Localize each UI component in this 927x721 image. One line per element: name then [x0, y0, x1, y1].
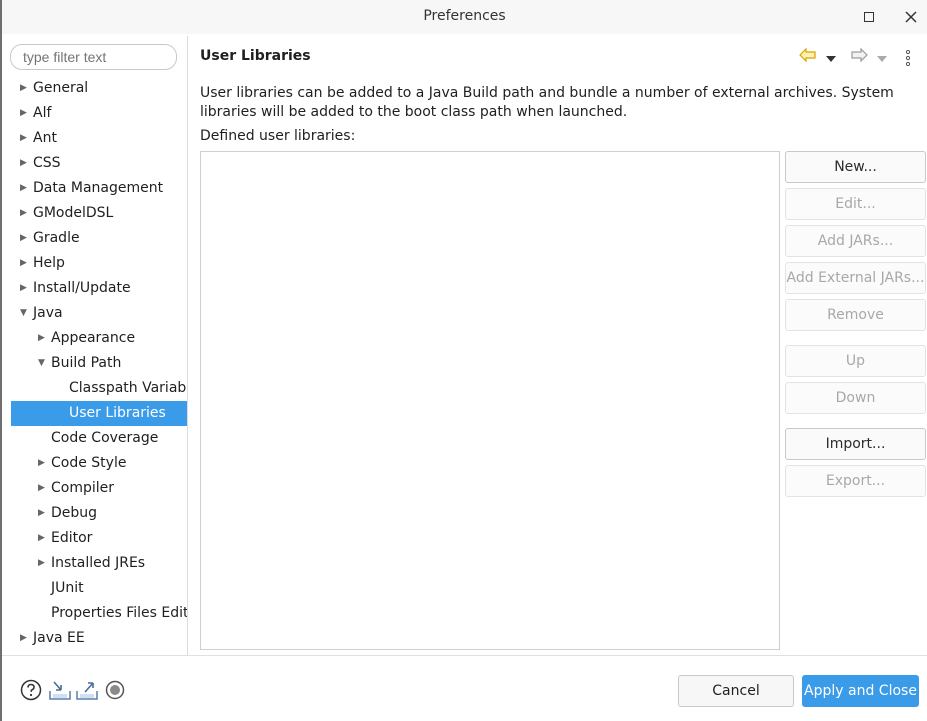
- tree-item[interactable]: User Libraries: [11, 401, 187, 426]
- user-libraries-list[interactable]: [200, 151, 780, 650]
- import-button[interactable]: Import...: [785, 428, 926, 460]
- tree-item[interactable]: ▶ GModelDSL: [2, 201, 187, 226]
- record-icon[interactable]: [104, 679, 126, 701]
- import-preferences-icon[interactable]: [48, 679, 71, 701]
- tree-item-label: Classpath Variable: [69, 380, 188, 396]
- forward-history-dropdown-icon[interactable]: [877, 51, 887, 69]
- tree-item[interactable]: Code Coverage: [2, 426, 187, 451]
- tree-collapsed-arrow-icon[interactable]: ▶: [38, 451, 48, 476]
- tree-item-label: Editor: [51, 530, 93, 546]
- tree-item[interactable]: ▶ Code Style: [2, 451, 187, 476]
- tree-item-label: Java: [33, 305, 63, 321]
- tree-item[interactable]: ▼ Java: [2, 301, 187, 326]
- tree-item-label: Properties Files Edito: [51, 605, 188, 621]
- tree-collapsed-arrow-icon[interactable]: ▶: [20, 201, 30, 226]
- tree-collapsed-arrow-icon[interactable]: ▶: [20, 626, 30, 651]
- preferences-window: Preferences ▶General▶Alf▶Ant▶CSS▶Data Ma…: [0, 0, 927, 721]
- tree-item[interactable]: ▶ Compiler: [2, 476, 187, 501]
- tree-item[interactable]: ▶ Install/Update: [2, 276, 187, 301]
- tree-item-label: Code Style: [51, 455, 127, 471]
- tree-item-label: Ant: [33, 130, 57, 146]
- tree-collapsed-arrow-icon[interactable]: ▶: [20, 76, 30, 101]
- window-title: Preferences: [423, 8, 506, 24]
- tree-item[interactable]: ▶ Gradle: [2, 226, 187, 251]
- tree-item[interactable]: ▶ Editor: [2, 526, 187, 551]
- title-bar: Preferences: [2, 0, 927, 34]
- tree-item-label: Data Management: [33, 180, 164, 196]
- tree-item[interactable]: ▶ Ant: [2, 126, 187, 151]
- view-menu-icon[interactable]: [905, 49, 911, 68]
- tree-item-label: Appearance: [51, 330, 136, 346]
- tree-item-label: Alf: [33, 105, 52, 121]
- tree-item-label: User Libraries: [69, 405, 166, 421]
- tree-collapsed-arrow-icon[interactable]: ▶: [20, 276, 30, 301]
- tree-collapsed-arrow-icon[interactable]: ▶: [20, 226, 30, 251]
- tree-item[interactable]: ▶ Help: [2, 251, 187, 276]
- tree-item-label: Java EE: [33, 630, 85, 646]
- tree-item-label: CSS: [33, 155, 61, 171]
- tree-item-label: Build Path: [51, 355, 122, 371]
- new-button[interactable]: New...: [785, 151, 926, 183]
- tree-item-label: Debug: [51, 505, 98, 521]
- tree-item[interactable]: ▶ Debug: [2, 501, 187, 526]
- tree-item[interactable]: ▶ General: [2, 76, 187, 101]
- help-icon[interactable]: [20, 679, 42, 701]
- tree-item-label: Code Coverage: [51, 430, 159, 446]
- tree-item[interactable]: ▶ Data Management: [2, 176, 187, 201]
- down-button[interactable]: Down: [785, 382, 926, 414]
- back-arrow-icon[interactable]: [799, 47, 817, 66]
- tree-item-label: Installed JREs: [51, 555, 146, 571]
- tree-collapsed-arrow-icon[interactable]: ▶: [20, 151, 30, 176]
- preference-tree-panel: ▶General▶Alf▶Ant▶CSS▶Data Management▶GMo…: [2, 36, 188, 655]
- tree-item[interactable]: ▶ Java EE: [2, 626, 187, 651]
- filter-input[interactable]: [10, 44, 177, 70]
- defined-libraries-label: Defined user libraries:: [200, 128, 356, 144]
- tree-item-label: General: [33, 80, 89, 96]
- export-button[interactable]: Export...: [785, 465, 926, 497]
- tree-item-label: GModelDSL: [33, 205, 114, 221]
- page-description: User libraries can be added to a Java Bu…: [200, 85, 894, 120]
- tree-collapsed-arrow-icon[interactable]: ▶: [20, 251, 30, 276]
- maximize-icon[interactable]: [860, 8, 878, 26]
- cancel-button[interactable]: Cancel: [678, 675, 794, 707]
- tree-item[interactable]: ▶ Appearance: [2, 326, 187, 351]
- apply-and-close-button[interactable]: Apply and Close: [802, 675, 919, 707]
- footer-bar: Cancel Apply and Close: [2, 655, 927, 721]
- close-icon[interactable]: [902, 8, 920, 26]
- tree-item[interactable]: JUnit: [2, 576, 187, 601]
- tree-collapsed-arrow-icon[interactable]: ▶: [20, 126, 30, 151]
- tree-collapsed-arrow-icon[interactable]: ▶: [38, 501, 48, 526]
- tree-collapsed-arrow-icon[interactable]: ▶: [38, 476, 48, 501]
- tree-collapsed-arrow-icon[interactable]: ▶: [20, 176, 30, 201]
- page-title: User Libraries: [200, 48, 311, 64]
- tree-item-label: Help: [33, 255, 65, 271]
- up-button[interactable]: Up: [785, 345, 926, 377]
- tree-collapsed-arrow-icon[interactable]: ▶: [20, 101, 30, 126]
- tree-collapsed-arrow-icon[interactable]: ▶: [38, 551, 48, 576]
- tree-item[interactable]: ▶ Alf: [2, 101, 187, 126]
- add-external-jars-button[interactable]: Add External JARs...: [785, 262, 926, 294]
- tree-item[interactable]: Classpath Variable: [2, 376, 188, 401]
- tree-item[interactable]: ▶ Installed JREs: [2, 551, 187, 576]
- tree-item-label: Compiler: [51, 480, 115, 496]
- tree-item[interactable]: ▶ CSS: [2, 151, 187, 176]
- tree-collapsed-arrow-icon[interactable]: ▶: [38, 526, 48, 551]
- preference-tree: ▶ General ▶ Alf ▶ Ant ▶ CSS ▶ Data Management ▶ GMo…: [2, 76, 188, 651]
- tree-item-label: Install/Update: [33, 280, 131, 296]
- tree-expanded-arrow-icon[interactable]: ▼: [20, 301, 30, 326]
- back-history-dropdown-icon[interactable]: [826, 51, 836, 69]
- tree-expanded-arrow-icon[interactable]: ▼: [38, 351, 48, 376]
- tree-item[interactable]: ▼ Build Path: [2, 351, 187, 376]
- export-preferences-icon[interactable]: [75, 679, 98, 701]
- user-libraries-page: User Libraries User libraries can be add…: [189, 36, 927, 655]
- tree-item[interactable]: Properties Files Edito: [2, 601, 188, 626]
- edit-button[interactable]: Edit...: [785, 188, 926, 220]
- remove-button[interactable]: Remove: [785, 299, 926, 331]
- forward-arrow-icon[interactable]: [850, 47, 868, 66]
- add-jars-button[interactable]: Add JARs...: [785, 225, 926, 257]
- tree-item-label: JUnit: [51, 580, 84, 596]
- tree-item-label: Gradle: [33, 230, 80, 246]
- tree-collapsed-arrow-icon[interactable]: ▶: [38, 326, 48, 351]
